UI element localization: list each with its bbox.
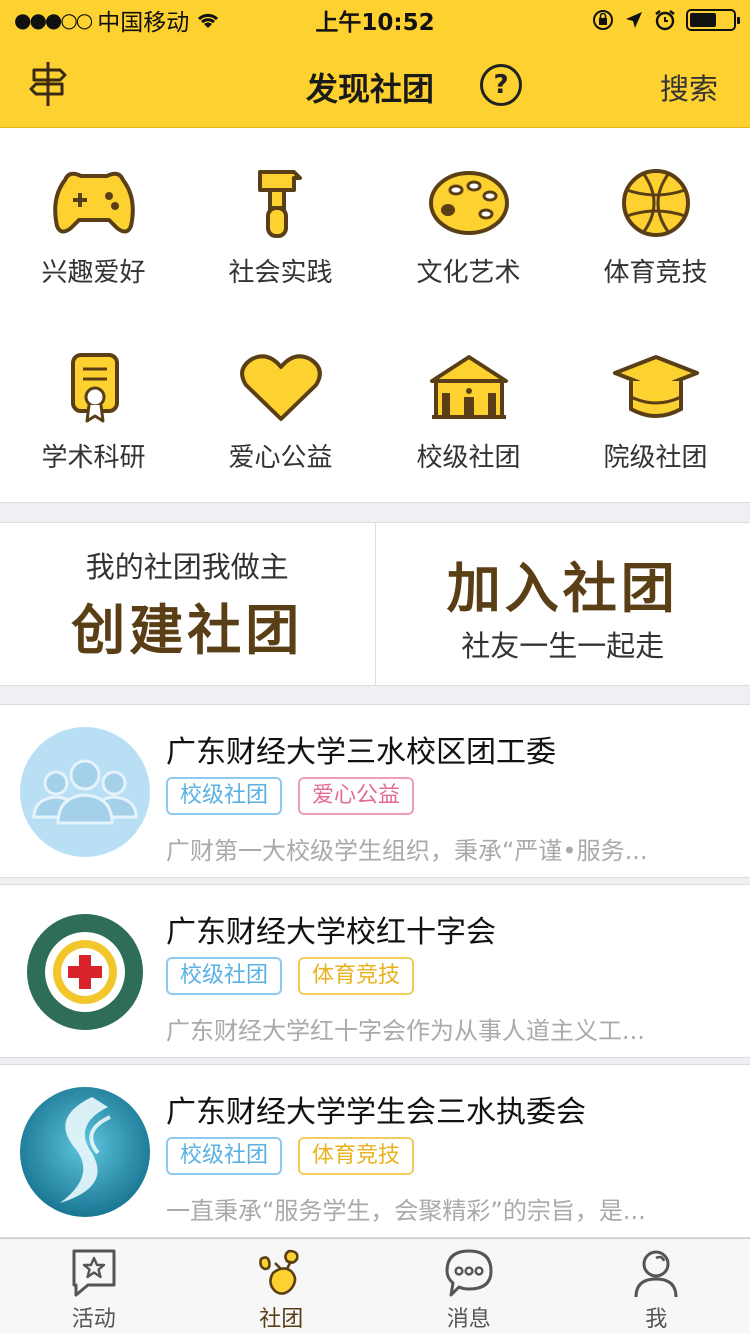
navigation-bar: 发现社团 ? 搜索	[0, 40, 750, 128]
search-button[interactable]: 搜索	[660, 66, 718, 108]
join-club-subtitle: 社友一生一起走	[461, 628, 665, 663]
tab-me[interactable]: 我	[563, 1239, 750, 1334]
category-label: 学术科研	[41, 443, 146, 473]
certificate-icon	[70, 353, 119, 423]
red-cross-logo-icon	[20, 907, 150, 1037]
club-list: 广东财经大学三水校区团工委 校级社团 爱心公益 广财第一大校级学生组织，秉承“严…	[0, 704, 750, 1244]
wifi-icon	[198, 13, 219, 28]
hammer-icon	[257, 170, 302, 238]
club-list-item[interactable]: 广东财经大学学生会三水执委会 校级社团 体育竞技 一直秉承“服务学生，会聚精彩”…	[0, 1064, 750, 1238]
category-grid: 兴趣爱好 社会实践 文化艺术 体育竞技 学术科研 爱心公益 校级社团 院级社团	[0, 128, 750, 503]
tab-activities[interactable]: 活动	[0, 1239, 188, 1334]
graduation-cap-icon	[612, 355, 699, 418]
action-banners: 我的社团我做主 创建社团 加入社团 社友一生一起走	[0, 522, 750, 686]
tab-label: 活动	[71, 1307, 116, 1332]
club-tag: 校级社团	[166, 1137, 283, 1175]
tab-clubs[interactable]: 社团	[188, 1239, 376, 1334]
palette-icon	[428, 171, 509, 235]
club-description: 一直秉承“服务学生，会聚精彩”的宗旨，是...	[166, 1197, 646, 1225]
club-tag: 校级社团	[166, 777, 283, 815]
category-sports[interactable]: 体育竞技	[562, 168, 749, 289]
chat-bubble-icon	[445, 1249, 493, 1297]
club-description: 广财第一大校级学生组织，秉承“严谨•服务...	[166, 837, 648, 865]
club-name: 广东财经大学三水校区团工委	[166, 735, 556, 770]
user-icon	[634, 1250, 678, 1298]
club-tag: 校级社团	[166, 957, 283, 995]
club-list-item[interactable]: 广东财经大学校红十字会 校级社团 体育竞技 广东财经大学红十字会作为从事人道主义…	[0, 884, 750, 1058]
basketball-icon	[621, 169, 690, 237]
category-label: 校级社团	[416, 443, 521, 473]
help-icon[interactable]: ?	[480, 64, 522, 106]
tab-label: 社团	[259, 1307, 304, 1332]
category-social-practice[interactable]: 社会实践	[187, 168, 374, 289]
category-interest[interactable]: 兴趣爱好	[0, 168, 187, 289]
club-avatar	[20, 907, 150, 1037]
club-name: 广东财经大学学生会三水执委会	[166, 1095, 586, 1130]
club-tag: 体育竞技	[298, 957, 415, 995]
tab-label: 消息	[446, 1307, 491, 1332]
join-club-title: 加入社团	[446, 556, 679, 620]
category-college-level[interactable]: 院级社团	[562, 353, 749, 474]
carrier-name: 中国移动	[97, 10, 190, 36]
category-academic[interactable]: 学术科研	[0, 353, 187, 474]
category-label: 社会实践	[228, 258, 333, 288]
club-tags: 校级社团 体育竞技	[166, 1137, 415, 1175]
page-title: 发现社团	[305, 70, 434, 108]
category-label: 文化艺术	[416, 258, 521, 288]
tab-label: 我	[645, 1307, 668, 1332]
tab-messages[interactable]: 消息	[375, 1239, 563, 1334]
club-avatar	[20, 727, 150, 857]
category-charity[interactable]: 爱心公益	[187, 353, 374, 474]
star-bubble-icon	[72, 1249, 116, 1297]
club-icon	[259, 1249, 299, 1295]
club-tag: 体育竞技	[298, 1137, 415, 1175]
school-building-icon	[429, 355, 508, 419]
club-description: 广东财经大学红十字会作为从事人道主义工...	[166, 1017, 645, 1045]
club-name: 广东财经大学校红十字会	[166, 915, 496, 950]
category-label: 爱心公益	[228, 443, 333, 473]
status-bar: ●●●○○ 中国移动 上午10:52	[0, 0, 750, 40]
create-club-subtitle: 我的社团我做主	[85, 549, 289, 584]
swirl-logo-icon	[20, 1087, 150, 1217]
category-label: 体育竞技	[603, 258, 708, 288]
heart-icon	[239, 354, 322, 421]
join-club-banner[interactable]: 加入社团 社友一生一起走	[374, 523, 750, 685]
battery-icon	[686, 9, 740, 31]
club-avatar	[20, 1087, 150, 1217]
category-label: 院级社团	[603, 443, 708, 473]
create-club-banner[interactable]: 我的社团我做主 创建社团	[0, 523, 375, 685]
category-school-level[interactable]: 校级社团	[375, 353, 562, 474]
location-arrow-icon	[626, 12, 642, 28]
club-list-item[interactable]: 广东财经大学三水校区团工委 校级社团 爱心公益 广财第一大校级学生组织，秉承“严…	[0, 704, 750, 878]
create-club-title: 创建社团	[71, 598, 304, 662]
gamepad-icon	[52, 171, 135, 234]
category-label: 兴趣爱好	[41, 258, 146, 288]
tab-bar: 活动 社团 消息 我	[0, 1238, 750, 1334]
people-group-icon	[20, 727, 150, 857]
signal-strength-icon: ●●●○○	[14, 8, 93, 32]
category-culture-art[interactable]: 文化艺术	[375, 168, 562, 289]
club-tags: 校级社团 体育竞技	[166, 957, 415, 995]
club-tag: 爱心公益	[298, 777, 415, 815]
alarm-icon	[655, 10, 675, 31]
rotation-lock-icon	[593, 10, 613, 30]
status-time: 上午10:52	[315, 10, 435, 36]
club-tags: 校级社团 爱心公益	[166, 777, 415, 815]
